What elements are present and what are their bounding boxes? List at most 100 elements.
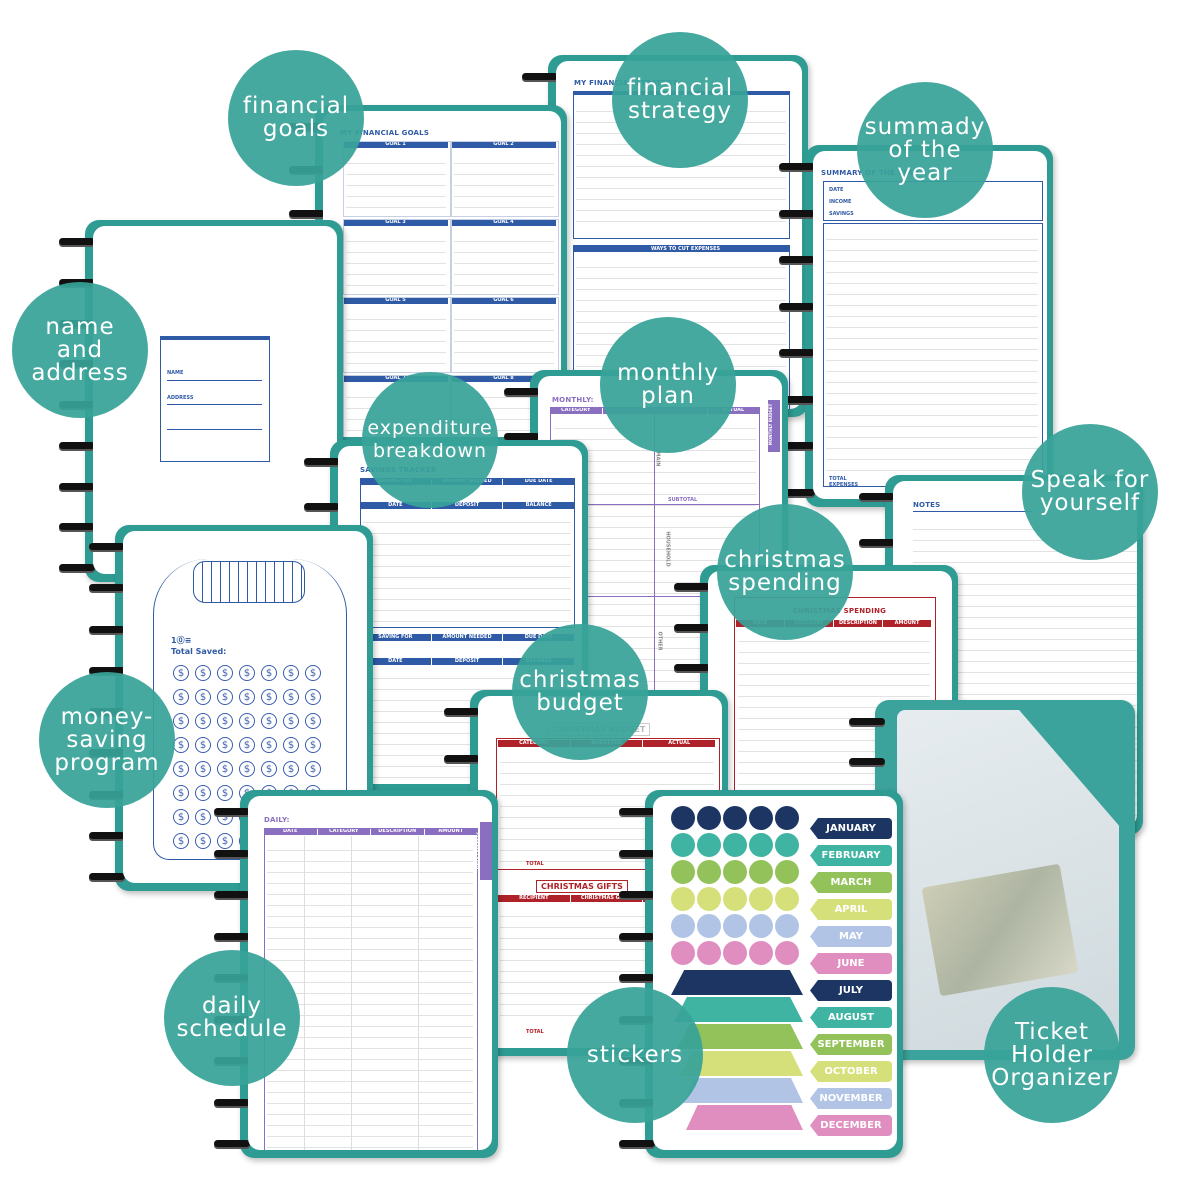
round-sticker[interactable] — [671, 833, 695, 857]
month-tab-sticker[interactable]: FEBRUARY — [810, 845, 892, 866]
round-sticker[interactable] — [697, 833, 721, 857]
spiral-ring — [59, 523, 95, 531]
round-sticker[interactable] — [723, 887, 747, 911]
round-sticker[interactable] — [697, 914, 721, 938]
spiral-ring — [849, 718, 885, 725]
round-sticker[interactable] — [697, 806, 721, 830]
coin-tracker[interactable]: $ — [195, 665, 211, 681]
round-sticker[interactable] — [749, 914, 773, 938]
coin-tracker[interactable]: $ — [195, 833, 211, 849]
coin-tracker[interactable]: $ — [195, 689, 211, 705]
coin-tracker[interactable]: $ — [261, 737, 277, 753]
column-header: ACTUAL — [643, 740, 717, 747]
daily-expenses-tab[interactable]: DAILY EXPENSES — [476, 822, 492, 880]
round-sticker[interactable] — [723, 914, 747, 938]
coin-tracker[interactable]: $ — [239, 737, 255, 753]
monthly-budget-tab[interactable]: MONTHLY BUDGET — [768, 400, 780, 452]
coin-tracker[interactable]: $ — [305, 665, 321, 681]
washi-sticker[interactable] — [683, 1078, 803, 1103]
month-tab-sticker[interactable]: AUGUST — [810, 1007, 892, 1028]
label: HOUSEHOLD — [664, 531, 671, 567]
coin-tracker[interactable]: $ — [173, 761, 189, 777]
month-tab-sticker[interactable]: JUNE — [810, 953, 892, 974]
coin-tracker[interactable]: $ — [283, 689, 299, 705]
coin-tracker[interactable]: $ — [195, 809, 211, 825]
coin-tracker[interactable]: $ — [239, 761, 255, 777]
coin-tracker[interactable]: $ — [283, 761, 299, 777]
round-sticker[interactable] — [775, 914, 799, 938]
coin-tracker[interactable]: $ — [305, 689, 321, 705]
spiral-ring — [89, 873, 125, 880]
month-tab-sticker[interactable]: APRIL — [810, 899, 892, 920]
round-sticker[interactable] — [723, 833, 747, 857]
round-sticker[interactable] — [749, 806, 773, 830]
round-sticker[interactable] — [775, 887, 799, 911]
washi-sticker[interactable] — [671, 970, 803, 995]
coin-tracker[interactable]: $ — [173, 833, 189, 849]
coin-tracker[interactable]: $ — [173, 737, 189, 753]
washi-sticker[interactable] — [674, 997, 803, 1022]
coin-tracker[interactable]: $ — [217, 689, 233, 705]
coin-tracker[interactable]: $ — [217, 785, 233, 801]
coin-tracker[interactable]: $ — [261, 713, 277, 729]
round-sticker[interactable] — [749, 941, 773, 965]
coin-tracker[interactable]: $ — [261, 665, 277, 681]
coin-tracker[interactable]: $ — [195, 785, 211, 801]
month-tab-sticker[interactable]: OCTOBER — [810, 1061, 892, 1082]
washi-sticker[interactable] — [686, 1105, 803, 1130]
coin-tracker[interactable]: $ — [217, 737, 233, 753]
coin-tracker[interactable]: $ — [305, 761, 321, 777]
coin-tracker[interactable]: $ — [239, 665, 255, 681]
round-sticker[interactable] — [775, 941, 799, 965]
round-sticker[interactable] — [749, 887, 773, 911]
round-sticker[interactable] — [671, 887, 695, 911]
coin-tracker[interactable]: $ — [217, 713, 233, 729]
column-header: DEPOSIT — [432, 658, 504, 665]
round-sticker[interactable] — [749, 833, 773, 857]
coin-tracker[interactable]: $ — [195, 713, 211, 729]
coin-tracker[interactable]: $ — [239, 689, 255, 705]
coin-tracker[interactable]: $ — [173, 665, 189, 681]
coin-tracker[interactable]: $ — [261, 761, 277, 777]
coin-tracker[interactable]: $ — [239, 713, 255, 729]
coin-tracker[interactable]: $ — [173, 809, 189, 825]
coin-tracker[interactable]: $ — [305, 713, 321, 729]
round-sticker[interactable] — [723, 806, 747, 830]
round-sticker[interactable] — [749, 860, 773, 884]
round-sticker[interactable] — [775, 806, 799, 830]
month-tab-sticker[interactable]: JULY — [810, 980, 892, 1001]
round-sticker[interactable] — [671, 941, 695, 965]
round-sticker[interactable] — [775, 833, 799, 857]
month-tab-sticker[interactable]: NOVEMBER — [810, 1088, 892, 1109]
month-tab-sticker[interactable]: SEPTEMBER — [810, 1034, 892, 1055]
round-sticker[interactable] — [775, 860, 799, 884]
coin-tracker[interactable]: $ — [217, 761, 233, 777]
round-sticker[interactable] — [697, 941, 721, 965]
coin-tracker[interactable]: $ — [261, 689, 277, 705]
month-tab-sticker[interactable]: JANUARY — [810, 818, 892, 839]
coin-tracker[interactable]: $ — [173, 785, 189, 801]
coin-tracker[interactable]: $ — [283, 665, 299, 681]
coin-tracker[interactable]: $ — [217, 665, 233, 681]
page-title: DAILY: — [264, 816, 290, 824]
coin-tracker[interactable]: $ — [283, 737, 299, 753]
coin-tracker[interactable]: $ — [195, 737, 211, 753]
round-sticker[interactable] — [697, 887, 721, 911]
coin-tracker[interactable]: $ — [173, 713, 189, 729]
round-sticker[interactable] — [723, 941, 747, 965]
coin-tracker[interactable]: $ — [195, 761, 211, 777]
round-sticker[interactable] — [697, 860, 721, 884]
round-sticker[interactable] — [671, 806, 695, 830]
coin-tracker[interactable]: $ — [305, 737, 321, 753]
month-tab-sticker[interactable]: MARCH — [810, 872, 892, 893]
coin-tracker[interactable]: $ — [283, 713, 299, 729]
round-sticker[interactable] — [671, 914, 695, 938]
ruled-lines — [346, 231, 446, 289]
spiral-ring — [779, 209, 815, 217]
month-tab-sticker[interactable]: DECEMBER — [810, 1115, 892, 1136]
month-tab-sticker[interactable]: MAY — [810, 926, 892, 947]
round-sticker[interactable] — [723, 860, 747, 884]
round-sticker[interactable] — [671, 860, 695, 884]
coin-tracker[interactable]: $ — [217, 833, 233, 849]
coin-tracker[interactable]: $ — [173, 689, 189, 705]
